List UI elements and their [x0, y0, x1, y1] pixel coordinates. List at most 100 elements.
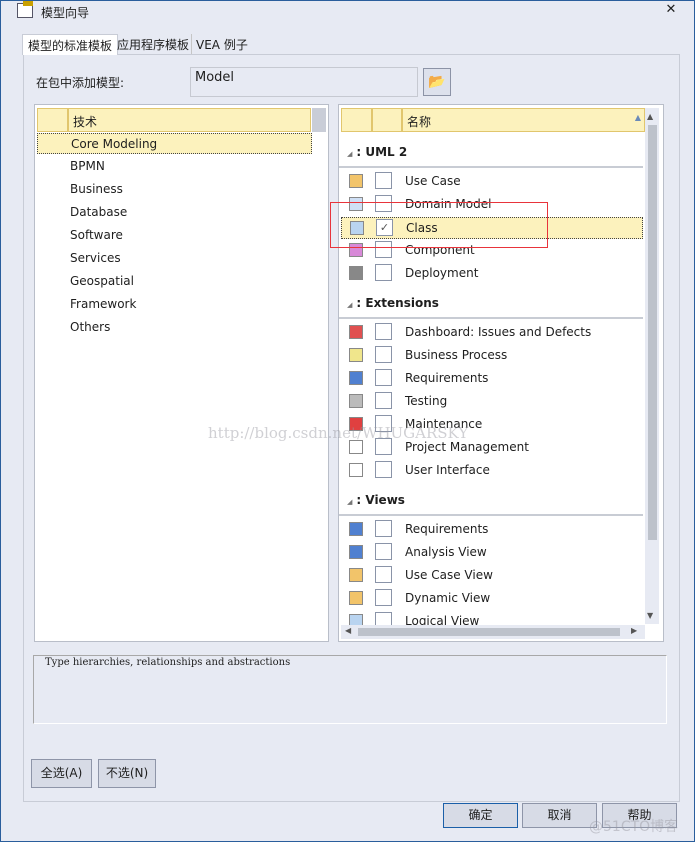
technology-item[interactable]: BPMN [70, 156, 105, 177]
folder-icon: 📂 [428, 74, 446, 90]
template-name: Requirements [405, 522, 489, 536]
template-row[interactable]: Requirements [341, 368, 643, 390]
template-checkbox[interactable] [375, 172, 392, 189]
template-row[interactable]: Use Case [341, 171, 643, 193]
use-case-icon [349, 174, 363, 188]
group-name: : Views [356, 493, 405, 507]
template-checkbox[interactable] [375, 461, 392, 478]
technology-item[interactable]: Business [70, 179, 123, 200]
close-button[interactable]: ✕ [661, 1, 681, 19]
template-row[interactable]: Dashboard: Issues and Defects [341, 322, 643, 344]
window-title: 模型向导 [41, 6, 90, 20]
technology-list[interactable]: 技术 Core Modeling BPMN Business Database Soft… [34, 104, 329, 642]
scrollbar-thumb[interactable] [648, 125, 657, 540]
technology-item[interactable]: Others [70, 317, 110, 338]
template-checkbox[interactable] [375, 346, 392, 363]
template-checkbox[interactable] [375, 415, 392, 432]
name-header[interactable]: 名称 ▲ [402, 108, 645, 132]
template-checkbox[interactable] [375, 520, 392, 537]
document-icon [349, 440, 363, 454]
template-row[interactable]: Deployment [341, 263, 643, 285]
hscroll-thumb[interactable] [358, 628, 620, 636]
template-row[interactable]: Maintenance [341, 414, 643, 436]
scroll-left-icon[interactable]: ◀ [345, 626, 351, 635]
technology-item[interactable]: Core Modeling [37, 133, 312, 154]
scroll-right-icon[interactable]: ▶ [631, 626, 637, 635]
template-name: Testing [405, 394, 448, 408]
template-name: Requirements [405, 371, 489, 385]
template-list[interactable]: 名称 ▲ ◢: UML 2 Use Case Domain Model ✓ Class Co… [338, 104, 664, 642]
technology-item[interactable]: Services [70, 248, 121, 269]
name-header-label: 名称 [407, 115, 432, 129]
select-all-button[interactable]: 全选(A) [31, 759, 92, 788]
tab-vea-examples[interactable]: VEA 例子 [191, 34, 253, 54]
vertical-scrollbar[interactable] [312, 108, 326, 132]
template-name: Business Process [405, 348, 508, 362]
ok-button[interactable]: 确定 [443, 803, 518, 828]
technology-header[interactable]: 技术 [68, 108, 311, 132]
technology-item[interactable]: Software [70, 225, 123, 246]
collapse-icon[interactable]: ◢ [347, 498, 352, 506]
template-name: Use Case View [405, 568, 493, 582]
use-case-icon [349, 568, 363, 582]
template-checkbox[interactable] [375, 543, 392, 560]
template-row[interactable]: Use Case View [341, 565, 643, 587]
requirements-icon [349, 522, 363, 536]
help-button[interactable]: 帮助 [602, 803, 677, 828]
collapse-icon[interactable]: ◢ [347, 150, 352, 158]
header-check-col [372, 108, 402, 132]
browse-package-button[interactable]: 📂 [423, 68, 451, 96]
template-row[interactable]: Dynamic View [341, 588, 643, 610]
scroll-down-icon[interactable]: ▼ [647, 611, 653, 620]
use-case-icon [349, 591, 363, 605]
template-row[interactable]: Business Process [341, 345, 643, 367]
collapse-icon[interactable]: ◢ [347, 301, 352, 309]
tab-standard-templates[interactable]: 模型的标准模板 [22, 34, 119, 55]
template-row[interactable]: User Interface [341, 460, 643, 482]
package-input[interactable]: Model [190, 67, 418, 97]
group-divider [339, 514, 643, 516]
template-checkbox[interactable] [375, 264, 392, 281]
business-process-icon [349, 348, 363, 362]
testing-icon [349, 394, 363, 408]
title-bar [1, 1, 694, 21]
template-name: Analysis View [405, 545, 487, 559]
document-icon [349, 463, 363, 477]
template-name: Dynamic View [405, 591, 491, 605]
group-header[interactable]: ◢ : UML 2 [347, 145, 407, 159]
cancel-button[interactable]: 取消 [522, 803, 597, 828]
group-divider [339, 317, 643, 319]
horizontal-scrollbar[interactable]: ◀ ▶ [341, 625, 645, 639]
template-checkbox[interactable] [375, 589, 392, 606]
template-row[interactable]: Project Management [341, 437, 643, 459]
template-row[interactable]: Requirements [341, 519, 643, 541]
template-checkbox[interactable] [375, 438, 392, 455]
technology-item[interactable]: Framework [70, 294, 136, 315]
template-name: User Interface [405, 463, 490, 477]
group-divider [339, 166, 643, 168]
deployment-icon [349, 266, 363, 280]
package-label: 在包中添加模型: [36, 76, 125, 90]
group-header[interactable]: ◢ : Views [347, 493, 405, 507]
select-none-button[interactable]: 不选(N) [98, 759, 156, 788]
template-row[interactable]: Testing [341, 391, 643, 413]
scroll-up-icon[interactable]: ▲ [647, 112, 653, 121]
model-wizard-icon [17, 1, 33, 18]
template-name: Project Management [405, 440, 529, 454]
tab-application-templates[interactable]: 应用程序模板 [112, 34, 194, 54]
technology-item[interactable]: Database [70, 202, 127, 223]
template-name: Maintenance [405, 417, 483, 431]
maintenance-icon [349, 417, 363, 431]
group-header[interactable]: ◢ : Extensions [347, 296, 439, 310]
group-name: : Extensions [356, 296, 439, 310]
template-checkbox[interactable] [375, 392, 392, 409]
template-checkbox[interactable] [375, 369, 392, 386]
requirements-icon [349, 371, 363, 385]
group-name: : UML 2 [356, 145, 408, 159]
template-checkbox[interactable] [375, 323, 392, 340]
vertical-scrollbar[interactable]: ▲ ▼ [645, 108, 659, 624]
sort-asc-icon: ▲ [634, 113, 641, 122]
technology-item[interactable]: Geospatial [70, 271, 134, 292]
template-checkbox[interactable] [375, 566, 392, 583]
template-row[interactable]: Analysis View [341, 542, 643, 564]
